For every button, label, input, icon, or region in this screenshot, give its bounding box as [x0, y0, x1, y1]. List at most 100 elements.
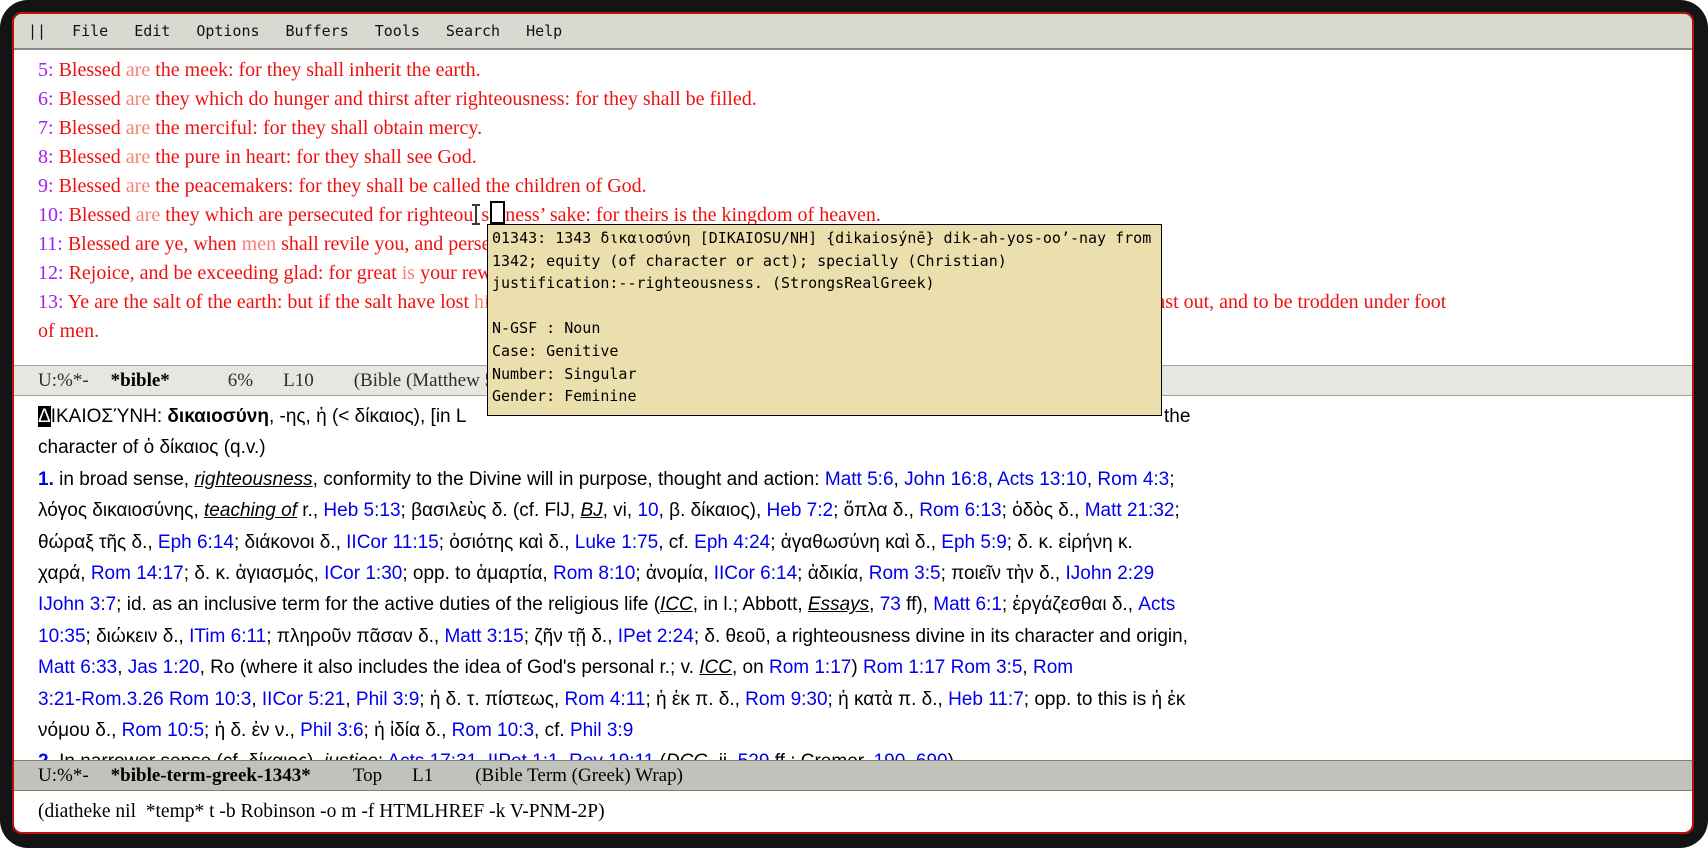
menu-item-buffers[interactable]: Buffers: [286, 22, 349, 40]
text-line: θώραξ τῆς δ., Eph 6:14; διάκονοι δ., IIC…: [38, 527, 1692, 558]
text-segment: character of ὁ δίκαιος (q.v.): [38, 437, 266, 458]
menu-item-help[interactable]: Help: [526, 22, 562, 40]
bible-ref-link[interactable]: Phil 3:9: [356, 689, 419, 710]
tooltip-line: [492, 295, 1157, 318]
text-segment: 12:: [38, 262, 64, 284]
modeline-status-flags: U:%*-: [38, 370, 89, 392]
lexicon-buffer[interactable]: ΔΙΚΑΙΟΣΎΝΗ: δικαιοσύνη, -ης, ἡ (< δίκαιο…: [14, 396, 1692, 760]
tooltip-line: justification:--righteousness. (StrongsR…: [492, 272, 1157, 295]
bible-ref-link[interactable]: Matt 3:15: [444, 626, 523, 647]
bible-ref-link[interactable]: Acts: [1138, 594, 1175, 615]
bible-ref-link[interactable]: IICor 11:15: [346, 532, 439, 553]
text-segment: , β. δίκαιος),: [659, 500, 767, 521]
text-segment: ;: [1175, 500, 1180, 521]
text-segment: ; ὁσιότης καὶ δ.,: [439, 532, 575, 553]
tooltip-line: Number: Singular: [492, 363, 1157, 386]
text-segment: Blessed: [54, 117, 126, 139]
bible-ref-link[interactable]: Rom 10:5: [122, 720, 204, 741]
bible-ref-link[interactable]: Jas 1:20: [128, 657, 200, 678]
text-segment: are: [126, 117, 150, 139]
modeline-buffer-name[interactable]: *bible-term-greek-1343*: [111, 765, 311, 787]
bible-ref-link[interactable]: Rom 8:10: [553, 563, 635, 584]
bible-ref-link[interactable]: Rom 1:17 Rom 3:5: [863, 657, 1022, 678]
text-segment: justice: [324, 751, 378, 760]
bible-ref-link[interactable]: IJohn 2:29: [1065, 563, 1154, 584]
bible-ref-link[interactable]: Acts 17:31: [387, 751, 477, 760]
text-segment: teaching of: [204, 500, 297, 521]
text-segment: ; βασιλεὺς δ. (cf. FlJ,: [401, 500, 581, 521]
bible-ref-link[interactable]: Rom: [1033, 657, 1073, 678]
text-segment: ,: [894, 469, 905, 490]
text-line: λόγος δικαιοσύνης, teaching of r., Heb 5…: [38, 495, 1692, 526]
bible-ref-link[interactable]: Acts 13:10: [997, 469, 1087, 490]
modeline-lexicon-buffer[interactable]: U:%*- *bible-term-greek-1343* Top L1 (Bi…: [14, 760, 1692, 791]
bible-ref-link[interactable]: Rev 19:11: [569, 751, 654, 760]
bible-ref-link[interactable]: Rom 1:17: [769, 657, 851, 678]
bible-ref-link[interactable]: Rom 4:3: [1097, 469, 1169, 490]
bible-ref-link[interactable]: 190: [874, 751, 906, 760]
bible-ref-link[interactable]: Rom 9:30: [745, 689, 827, 710]
bible-ref-link[interactable]: Rom 14:17: [91, 563, 184, 584]
echo-area[interactable]: (diatheke nil *temp* t -b Robinson -o m …: [14, 791, 1692, 832]
text-segment: , cf.: [658, 532, 694, 553]
text-segment: ): [851, 657, 863, 678]
bible-ref-link[interactable]: 10:35: [38, 626, 86, 647]
bible-ref-link[interactable]: Matt 5:6: [825, 469, 894, 490]
bible-ref-link[interactable]: 529: [738, 751, 770, 760]
text-segment: men: [242, 233, 276, 255]
modeline-buffer-name[interactable]: *bible*: [111, 370, 170, 392]
text-segment: , Ro (where it also includes the idea of…: [200, 657, 700, 678]
menu-item-file[interactable]: File: [72, 22, 108, 40]
text-line: 7: Blessed are the merciful: for they sh…: [38, 114, 1692, 143]
bible-ref-link[interactable]: Rom 4:11: [564, 689, 645, 710]
menu-item-edit[interactable]: Edit: [134, 22, 170, 40]
tooltip-line: 1342; equity (of character or act); spec…: [492, 250, 1157, 273]
text-segment: of men.: [38, 320, 99, 342]
bible-ref-link[interactable]: Matt 6:33: [38, 657, 117, 678]
bible-ref-link[interactable]: 690: [916, 751, 948, 760]
text-segment: 9:: [38, 175, 54, 197]
text-line: 8: Blessed are the pure in heart: for th…: [38, 143, 1692, 172]
menu-item-options[interactable]: Options: [196, 22, 259, 40]
text-segment: ,: [117, 657, 128, 678]
bible-ref-link[interactable]: 3:21-Rom.3.26 Rom 10:3: [38, 689, 251, 710]
bible-ref-link[interactable]: 73: [880, 594, 901, 615]
bible-ref-link[interactable]: Heb 5:13: [323, 500, 400, 521]
bible-ref-link[interactable]: Phil 3:9: [570, 720, 633, 741]
desktop-frame: ||FileEditOptionsBuffersToolsSearchHelp …: [0, 0, 1708, 848]
bible-ref-link[interactable]: Heb 7:2: [767, 500, 834, 521]
bible-ref-link[interactable]: Matt 6:1: [933, 594, 1002, 615]
text-segment: is: [402, 262, 415, 284]
bible-ref-link[interactable]: 10: [637, 500, 658, 521]
bible-ref-link[interactable]: IICor 6:14: [714, 563, 797, 584]
bible-ref-link[interactable]: Luke 1:75: [575, 532, 658, 553]
bible-ref-link[interactable]: Eph 4:24: [694, 532, 770, 553]
text-segment: righteousness: [194, 469, 312, 490]
bible-ref-link[interactable]: IPet 2:24: [618, 626, 694, 647]
bible-ref-link[interactable]: IJohn 3:7: [38, 594, 116, 615]
text-segment: ,: [1022, 657, 1033, 678]
bible-ref-link[interactable]: Rom 3:5: [869, 563, 941, 584]
menu-item-search[interactable]: Search: [446, 22, 500, 40]
bible-ref-link[interactable]: Rom 10:3: [452, 720, 534, 741]
text-segment: Blessed: [54, 146, 126, 168]
modeline-line-number: L1: [412, 765, 433, 787]
bible-ref-link[interactable]: IICor 5:21: [262, 689, 345, 710]
bible-ref-link[interactable]: Phil 3:6: [300, 720, 363, 741]
menu-item-tools[interactable]: Tools: [375, 22, 420, 40]
bible-ref-link[interactable]: Matt 21:32: [1085, 500, 1175, 521]
bible-ref-link[interactable]: ITim 6:11: [189, 626, 266, 647]
bible-ref-link[interactable]: John 16:8: [904, 469, 987, 490]
bible-ref-link[interactable]: ICor 1:30: [324, 563, 402, 584]
emacs-window: ||FileEditOptionsBuffersToolsSearchHelp …: [12, 12, 1694, 834]
bible-ref-link[interactable]: Rom 6:13: [919, 500, 1001, 521]
text-segment: ,: [477, 751, 488, 760]
text-segment: :: [378, 751, 388, 760]
menu-item-[interactable]: ||: [28, 22, 46, 40]
bible-ref-link[interactable]: IIPet 1:1: [488, 751, 559, 760]
bible-ref-link[interactable]: Eph 6:14: [158, 532, 234, 553]
text-line: character of ὁ δίκαιος (q.v.): [38, 432, 1692, 463]
bible-ref-link[interactable]: Eph 5:9: [941, 532, 1007, 553]
bible-ref-link[interactable]: Heb 11:7: [948, 689, 1024, 710]
text-line: 2. In narrower sense (cf. δίκαιος), just…: [38, 746, 1692, 760]
